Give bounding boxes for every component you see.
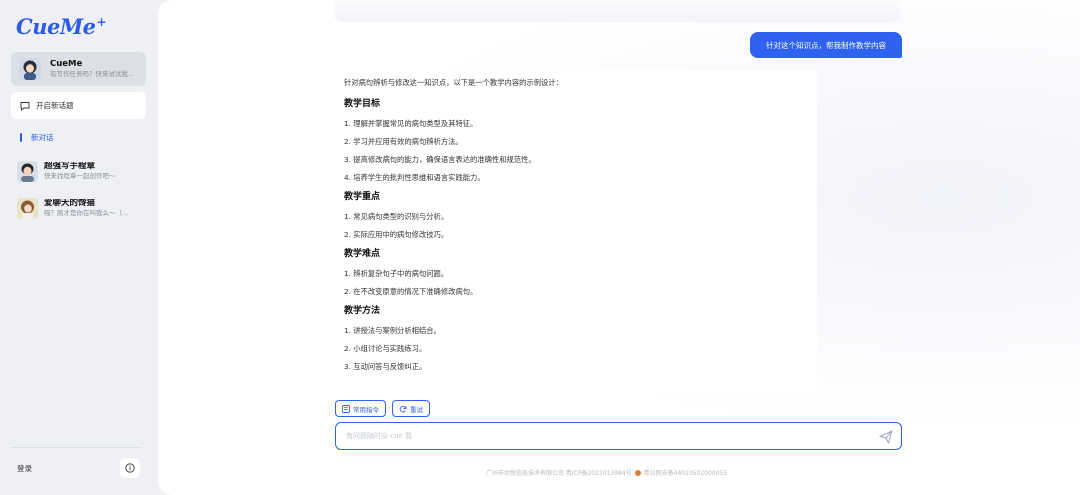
list-item: 3. 提高修改病句的能力，确保语言表达的准确性和规范性。 [344,155,536,164]
active-indicator [20,133,22,142]
bot-name: 超强写手程章 [44,161,96,171]
section-label: 新对话 [31,133,54,142]
police-record[interactable]: 粤公网安备44010502000055 [644,468,727,477]
message-input[interactable] [346,432,846,440]
chat-subtitle: 有写作任务吗？快来试试我... [50,70,135,79]
bot-name: 爱聊天的馋猫 [44,198,96,208]
chat-area: 针对这个知识点，帮我制作教学内容 针对病句辨析与修改这一知识点，以下是一个教学内… [158,0,1080,495]
common-commands-button[interactable]: 常用指令 [335,400,386,417]
action-row: 常用指令 重试 [335,400,430,417]
new-topic-label: 开启新话题 [36,101,74,110]
section-heading: 教学重点 [344,192,381,202]
icp-record[interactable]: 广州市动悦信息技术有限公司 粤ICP备2022013984号 [486,468,632,477]
sidebar-item-bot-cat[interactable]: 爱聊天的馋猫 喵？刚才是你在叫我么～（... [17,196,152,220]
avatar [19,58,41,80]
answer-intro: 针对病句辨析与修改这一知识点，以下是一个教学内容的示例设计： [344,78,563,87]
sidebar-item-cueme[interactable]: CueMe 有写作任务吗？快来试试我... [11,52,146,86]
bot-subtitle: 喵？刚才是你在叫我么～（... [44,209,129,218]
send-icon[interactable] [879,430,893,444]
app-logo[interactable]: CueMe+ [16,14,106,39]
sidebar-item-bot-writer[interactable]: 超强写手程章 快来找程章一起创作吧～ [17,159,152,183]
refresh-icon [399,405,407,412]
section-heading: 教学方法 [344,306,381,316]
info-button[interactable] [120,458,140,478]
message-input-container [335,422,902,450]
section-heading: 教学难点 [344,249,381,259]
list-item: 2. 实际应用中的病句修改技巧。 [344,230,449,239]
sidebar: CueMe+ CueMe 有写作任务吗？快来试试我... 开启新话题 新对话 超… [0,0,158,495]
divider [11,447,142,448]
list-item: 2. 小组讨论与实践练习。 [344,344,427,353]
previous-message-edge [334,0,900,22]
section-heading: 教学目标 [344,99,381,109]
new-topic-button[interactable]: 开启新话题 [11,92,146,119]
list-item: 3. 互动问答与反馈纠正。 [344,362,427,371]
assistant-answer: 针对病句辨析与修改这一知识点，以下是一个教学内容的示例设计： 教学目标 1. 理… [334,70,817,394]
command-icon [342,404,350,413]
list-item: 2. 学习并应用有效的病句辨析方法。 [344,137,463,146]
police-badge-icon [634,469,641,476]
section-new-chat[interactable]: 新对话 [20,132,54,143]
avatar [17,160,38,182]
list-item: 1. 常见病句类型的识别与分析。 [344,212,449,221]
list-item: 4. 培养学生的批判性思维和语言实践能力。 [344,173,485,182]
list-item: 2. 在不改变原意的情况下准确修改病句。 [344,287,478,296]
bot-subtitle: 快来找程章一起创作吧～ [44,172,116,181]
user-message: 针对这个知识点，帮我制作教学内容 [750,32,902,58]
list-item: 1. 理解并掌握常见的病句类型及其特征。 [344,119,478,128]
list-item: 1. 讲授法与案例分析相结合。 [344,326,441,335]
list-item: 1. 辨析复杂句子中的病句问题。 [344,269,449,278]
login-link[interactable]: 登录 [17,463,32,474]
avatar [17,197,38,219]
footer: 广州市动悦信息技术有限公司 粤ICP备2022013984号 粤公网安备4401… [486,468,727,477]
info-icon [125,463,135,473]
new-chat-icon [20,101,30,111]
retry-button[interactable]: 重试 [392,400,430,417]
chat-name: CueMe [50,59,83,69]
